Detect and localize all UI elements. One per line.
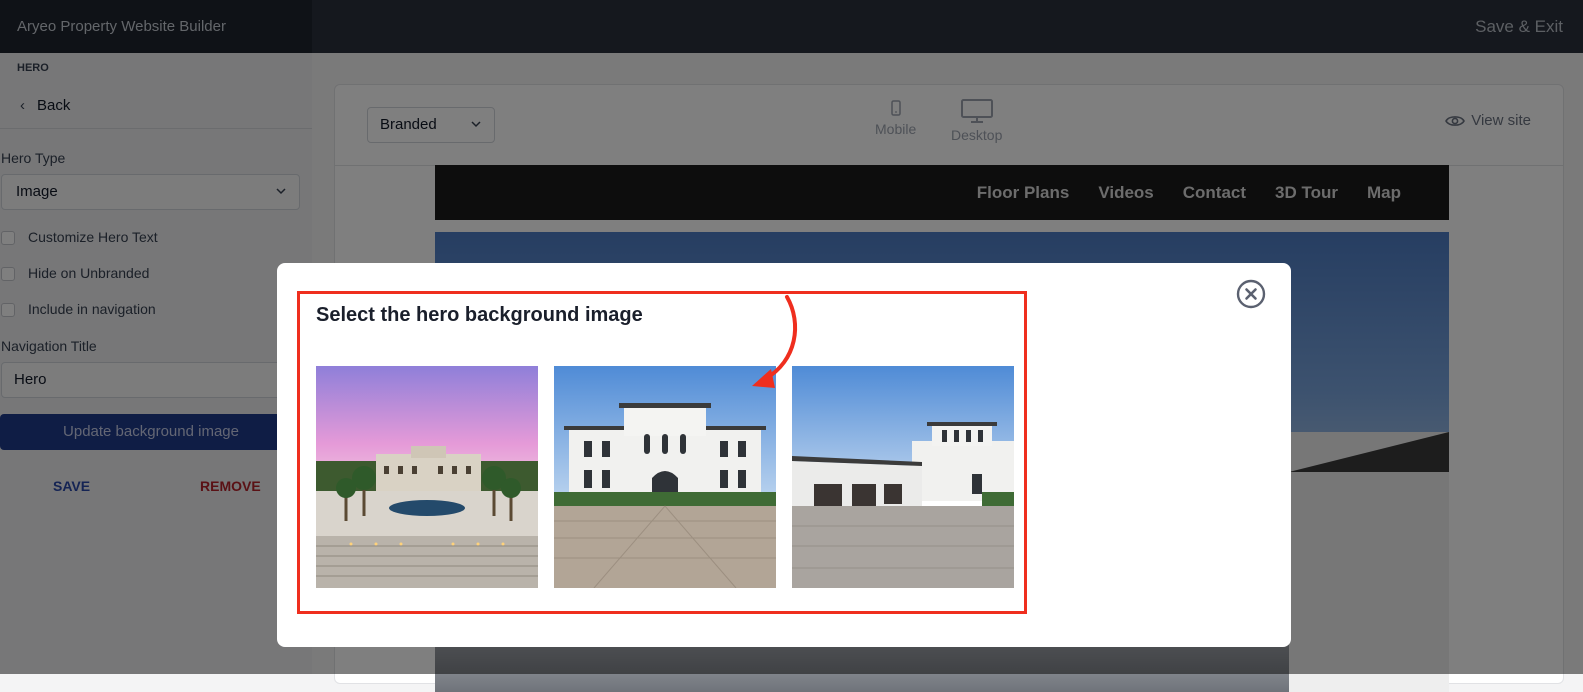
select-hero-image-modal: Select the hero background image	[277, 263, 1291, 647]
close-icon[interactable]	[1236, 279, 1266, 309]
modal-title: Select the hero background image	[316, 304, 643, 326]
annotation-arrow	[752, 295, 798, 388]
image-white-villa-front	[554, 366, 776, 588]
thumb-white-villa-front[interactable]	[554, 366, 776, 588]
thumb-villa-garage-side[interactable]	[792, 366, 1014, 588]
thumb-mansion-sunset[interactable]	[316, 366, 538, 588]
image-villa-garage-side	[792, 366, 1014, 588]
image-mansion-sunset	[316, 366, 538, 588]
